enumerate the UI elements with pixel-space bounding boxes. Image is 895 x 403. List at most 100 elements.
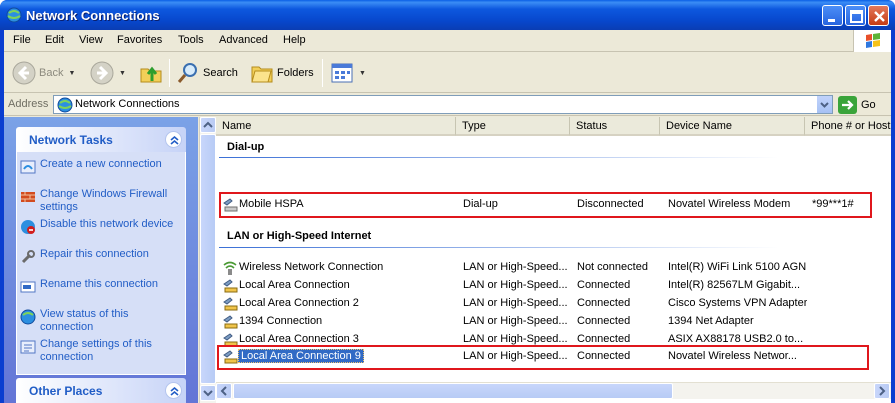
task-change-settings[interactable]: Change settings of this connection bbox=[17, 338, 185, 368]
task-repair-connection[interactable]: Repair this connection bbox=[17, 248, 185, 278]
vertical-scrollbar[interactable] bbox=[199, 117, 216, 403]
go-label: Go bbox=[861, 99, 876, 111]
menu-help[interactable]: Help bbox=[283, 34, 306, 46]
rename-icon bbox=[20, 281, 36, 293]
table-row[interactable]: 1394 Connection LAN or High-Speed... Con… bbox=[216, 313, 891, 331]
forward-button[interactable]: ▼ bbox=[90, 59, 126, 87]
task-disable-device[interactable]: Disable this network device bbox=[17, 218, 185, 248]
back-dropdown-icon[interactable]: ▼ bbox=[68, 70, 75, 77]
menu-view[interactable]: View bbox=[79, 34, 103, 46]
disable-device-icon bbox=[21, 220, 35, 234]
close-button[interactable] bbox=[868, 5, 889, 26]
group-dialup-title: Dial-up bbox=[227, 141, 265, 153]
network-tasks-header[interactable]: Network Tasks bbox=[16, 127, 186, 152]
up-folder-icon bbox=[140, 66, 162, 83]
chevron-down-icon bbox=[203, 390, 213, 397]
collapse-icon[interactable] bbox=[165, 131, 182, 148]
search-icon bbox=[177, 63, 197, 83]
forward-arrow-icon bbox=[90, 61, 114, 85]
window-title: Network Connections bbox=[26, 8, 160, 23]
menu-favorites[interactable]: Favorites bbox=[117, 34, 162, 46]
scroll-thumb[interactable] bbox=[200, 134, 216, 384]
table-row[interactable]: Local Area Connection 2 LAN or High-Spee… bbox=[216, 295, 891, 313]
chevron-left-icon bbox=[220, 386, 227, 396]
menu-tools[interactable]: Tools bbox=[178, 34, 204, 46]
address-label: Address bbox=[8, 98, 49, 110]
address-value: Network Connections bbox=[75, 98, 180, 110]
toolbar-separator bbox=[322, 59, 323, 87]
menu-advanced[interactable]: Advanced bbox=[219, 34, 268, 46]
scroll-right-button[interactable] bbox=[874, 383, 890, 399]
go-button[interactable]: Go bbox=[838, 96, 876, 114]
scroll-down-button[interactable] bbox=[200, 385, 216, 401]
other-places-title: Other Places bbox=[29, 384, 103, 398]
status-icon bbox=[20, 309, 36, 325]
horizontal-scrollbar[interactable] bbox=[216, 382, 891, 399]
menu-bar: File Edit View Favorites Tools Advanced … bbox=[4, 30, 891, 52]
repair-icon bbox=[21, 250, 35, 264]
task-firewall-settings[interactable]: Change Windows Firewall settings bbox=[17, 188, 185, 218]
scroll-left-button[interactable] bbox=[216, 383, 232, 399]
wireless-icon bbox=[223, 261, 237, 275]
column-header-name[interactable]: Name bbox=[216, 117, 456, 136]
lan-connection-icon bbox=[223, 315, 238, 329]
lan-connection-icon bbox=[223, 297, 238, 311]
title-bar[interactable]: Network Connections bbox=[0, 0, 895, 30]
group-divider bbox=[219, 247, 779, 248]
group-lan-title: LAN or High-Speed Internet bbox=[227, 230, 372, 242]
views-dropdown-icon[interactable]: ▼ bbox=[359, 70, 366, 77]
back-label: Back bbox=[39, 67, 64, 79]
up-folder-button[interactable] bbox=[139, 59, 163, 87]
chevron-right-icon bbox=[879, 386, 886, 396]
toolbar: Back ▼ ▼ Search Folders ▼ bbox=[4, 53, 891, 93]
menu-edit[interactable]: Edit bbox=[45, 34, 64, 46]
network-connections-icon bbox=[6, 7, 22, 23]
views-button[interactable]: ▼ bbox=[330, 59, 366, 87]
chevron-down-icon bbox=[820, 102, 829, 108]
column-header-type[interactable]: Type bbox=[456, 117, 570, 136]
forward-dropdown-icon[interactable]: ▼ bbox=[119, 70, 126, 77]
menu-file[interactable]: File bbox=[13, 34, 31, 46]
chevron-up-icon bbox=[203, 121, 213, 128]
back-button[interactable]: Back ▼ bbox=[12, 59, 75, 87]
minimize-button[interactable] bbox=[822, 5, 843, 26]
column-header-device-name[interactable]: Device Name bbox=[660, 117, 805, 136]
lan-connection-icon bbox=[223, 279, 238, 293]
horizontal-scroll-thumb[interactable] bbox=[233, 383, 673, 399]
maximize-icon bbox=[850, 10, 863, 23]
address-dropdown-button[interactable] bbox=[816, 96, 832, 113]
other-places-header[interactable]: Other Places bbox=[16, 378, 186, 403]
folders-label: Folders bbox=[277, 67, 314, 79]
close-icon bbox=[874, 11, 885, 22]
client-area: File Edit View Favorites Tools Advanced … bbox=[4, 30, 891, 403]
new-connection-icon bbox=[20, 160, 36, 174]
firewall-icon bbox=[21, 192, 35, 202]
back-arrow-icon bbox=[12, 61, 36, 85]
search-button[interactable]: Search bbox=[176, 59, 238, 87]
scroll-up-button[interactable] bbox=[200, 117, 216, 133]
settings-icon bbox=[20, 340, 36, 354]
task-pane: Network Tasks Create a new connection Ch… bbox=[4, 117, 198, 403]
collapse-icon[interactable] bbox=[165, 382, 182, 399]
address-bar: Address Network Connections Go bbox=[4, 94, 891, 116]
views-icon bbox=[331, 63, 353, 83]
task-create-connection[interactable]: Create a new connection bbox=[17, 158, 185, 188]
network-tasks-panel: Network Tasks Create a new connection Ch… bbox=[16, 127, 186, 375]
task-rename-connection[interactable]: Rename this connection bbox=[17, 278, 185, 308]
window: Network Connections File Edit View Favor… bbox=[0, 0, 895, 403]
folders-button[interactable]: Folders bbox=[250, 59, 314, 87]
task-view-status[interactable]: View status of this connection bbox=[17, 308, 185, 338]
windows-flag-icon bbox=[866, 33, 880, 48]
address-input[interactable]: Network Connections bbox=[53, 95, 833, 114]
network-tasks-list: Create a new connection Change Windows F… bbox=[16, 152, 186, 375]
table-row[interactable]: Local Area Connection LAN or High-Speed.… bbox=[216, 277, 891, 295]
column-header-phone-host[interactable]: Phone # or Host bbox=[805, 117, 891, 136]
windows-logo bbox=[853, 30, 891, 52]
group-divider bbox=[219, 157, 779, 158]
maximize-button[interactable] bbox=[845, 5, 866, 26]
table-row[interactable]: Wireless Network Connection LAN or High-… bbox=[216, 259, 891, 277]
column-header-status[interactable]: Status bbox=[570, 117, 660, 136]
highlight-box-lan-9 bbox=[217, 345, 869, 370]
search-label: Search bbox=[203, 67, 238, 79]
go-arrow-icon bbox=[838, 96, 857, 114]
